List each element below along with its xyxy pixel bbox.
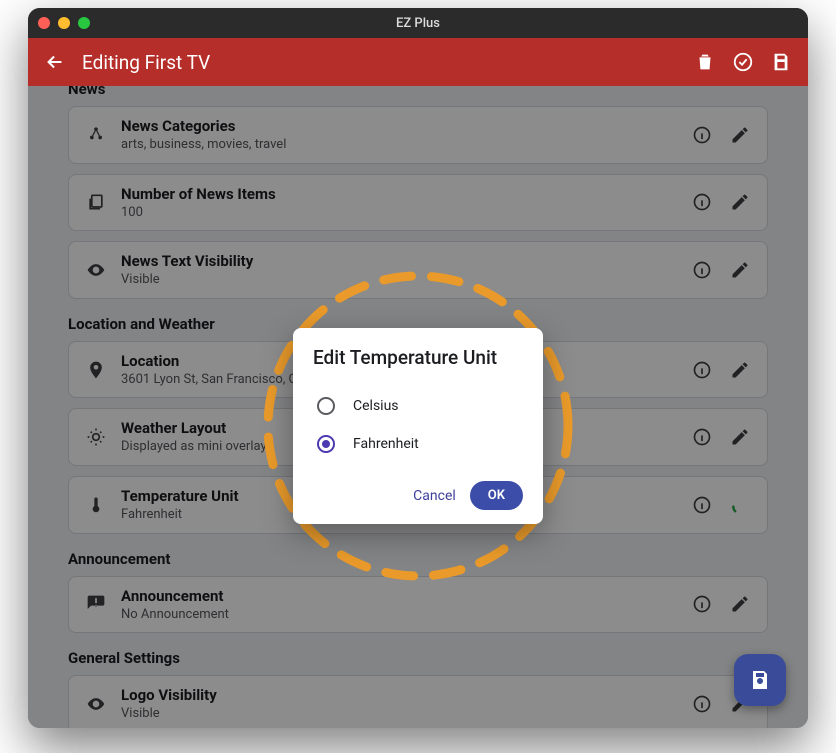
- option-label: Celsius: [353, 398, 399, 414]
- ok-button[interactable]: OK: [470, 481, 523, 510]
- edit-temp-dialog: Edit Temperature Unit Celsius Fahrenheit…: [293, 328, 543, 524]
- check-circle-icon[interactable]: [732, 51, 754, 73]
- radio-icon: [317, 397, 335, 415]
- option-celsius[interactable]: Celsius: [313, 387, 523, 425]
- app-header: Editing First TV: [28, 38, 808, 86]
- app-window: EZ Plus Editing First TV News News Categ: [28, 8, 808, 728]
- page-title: Editing First TV: [82, 51, 678, 74]
- back-icon[interactable]: [44, 51, 66, 73]
- option-fahrenheit[interactable]: Fahrenheit: [313, 425, 523, 463]
- content-area: News News Categories arts, business, mov…: [28, 86, 808, 728]
- cancel-button[interactable]: Cancel: [413, 488, 456, 504]
- window-title: EZ Plus: [28, 16, 808, 31]
- delete-icon[interactable]: [694, 51, 716, 73]
- mac-titlebar: EZ Plus: [28, 8, 808, 38]
- save-icon[interactable]: [770, 51, 792, 73]
- radio-checked-icon: [317, 435, 335, 453]
- dialog-title: Edit Temperature Unit: [313, 346, 523, 369]
- option-label: Fahrenheit: [353, 436, 419, 452]
- save-fab[interactable]: [734, 654, 786, 706]
